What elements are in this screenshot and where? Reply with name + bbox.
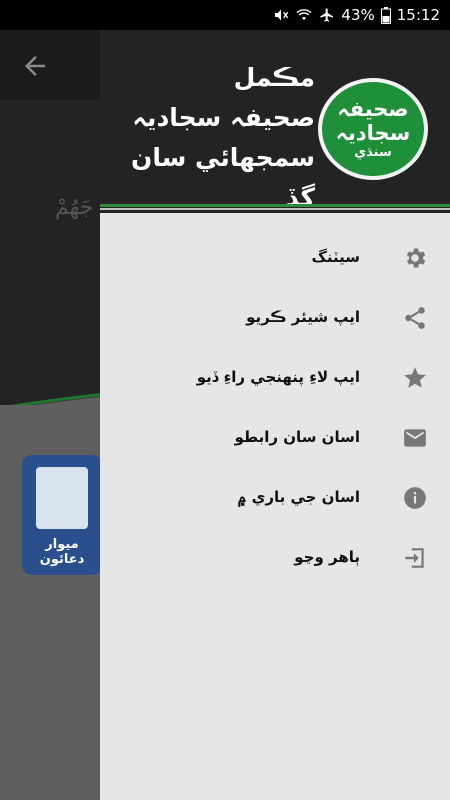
menu-item-contact-us[interactable]: اسان سان رابطو — [100, 407, 450, 467]
clock: 15:12 — [396, 6, 440, 24]
menu-item-label: اسان جي باري ۾ — [237, 488, 360, 506]
battery-percent: 43% — [341, 6, 375, 24]
menu-item-about-us[interactable]: اسان جي باري ۾ — [100, 467, 450, 527]
header-divider-grey — [100, 208, 450, 210]
badge-line-1: صحيفہ — [337, 97, 409, 121]
menu-item-settings[interactable]: سيٽنگ — [100, 227, 450, 287]
drawer-header: مڪمل صحيفہ سجاديہ سمجھائي سان گڏ صحيفہ س… — [100, 30, 450, 213]
background-logo-text: ميوار دعائون — [39, 537, 85, 567]
menu-item-label: ايپ لاءِ پنهنجي راءِ ڏيو — [196, 368, 360, 386]
mute-icon — [275, 9, 289, 21]
menu-item-exit[interactable]: ٻاهر وڃو — [100, 527, 450, 587]
drawer-menu: سيٽنگ ايپ شيئر ڪريو ايپ لاءِ پنهنجي راءِ… — [100, 227, 450, 587]
background-arabic-text: جَهُمْ — [55, 195, 94, 220]
airplane-icon — [320, 8, 334, 22]
menu-item-label: اسان سان رابطو — [234, 428, 360, 446]
badge-line-3: سنڌي — [354, 145, 392, 160]
gear-icon — [406, 248, 426, 268]
menu-item-label: سيٽنگ — [311, 248, 360, 266]
menu-item-label: ايپ شيئر ڪريو — [246, 308, 360, 326]
wifi-icon — [296, 9, 312, 21]
star-icon — [404, 367, 426, 388]
menu-item-label: ٻاهر وڃو — [294, 548, 360, 566]
email-icon — [404, 429, 426, 447]
drawer-title-line-3: سمجھائي سان گڏ — [131, 143, 315, 212]
drawer-title-line-1: مڪمل — [233, 63, 315, 92]
drawer-title: مڪمل صحيفہ سجاديہ سمجھائي سان گڏ — [100, 58, 315, 213]
exit-icon — [405, 548, 424, 568]
logo-emblem-icon — [36, 467, 88, 529]
badge-line-2: سجاديہ — [335, 121, 411, 145]
drawer-title-line-2: صحيفہ سجاديہ — [132, 103, 315, 132]
header-divider-green — [100, 204, 450, 207]
app-logo-badge: صحيفہ سجاديہ سنڌي — [318, 78, 428, 180]
back-arrow-icon[interactable] — [20, 51, 50, 81]
menu-item-rate-app[interactable]: ايپ لاءِ پنهنجي راءِ ڏيو — [100, 347, 450, 407]
background-logo: ميوار دعائون — [22, 455, 102, 575]
menu-item-share-app[interactable]: ايپ شيئر ڪريو — [100, 287, 450, 347]
share-icon — [405, 307, 425, 329]
info-icon — [404, 487, 426, 509]
battery-icon — [380, 6, 391, 24]
status-bar: 43% 15:12 — [0, 0, 450, 30]
navigation-drawer: مڪمل صحيفہ سجاديہ سمجھائي سان گڏ صحيفہ س… — [100, 30, 450, 800]
